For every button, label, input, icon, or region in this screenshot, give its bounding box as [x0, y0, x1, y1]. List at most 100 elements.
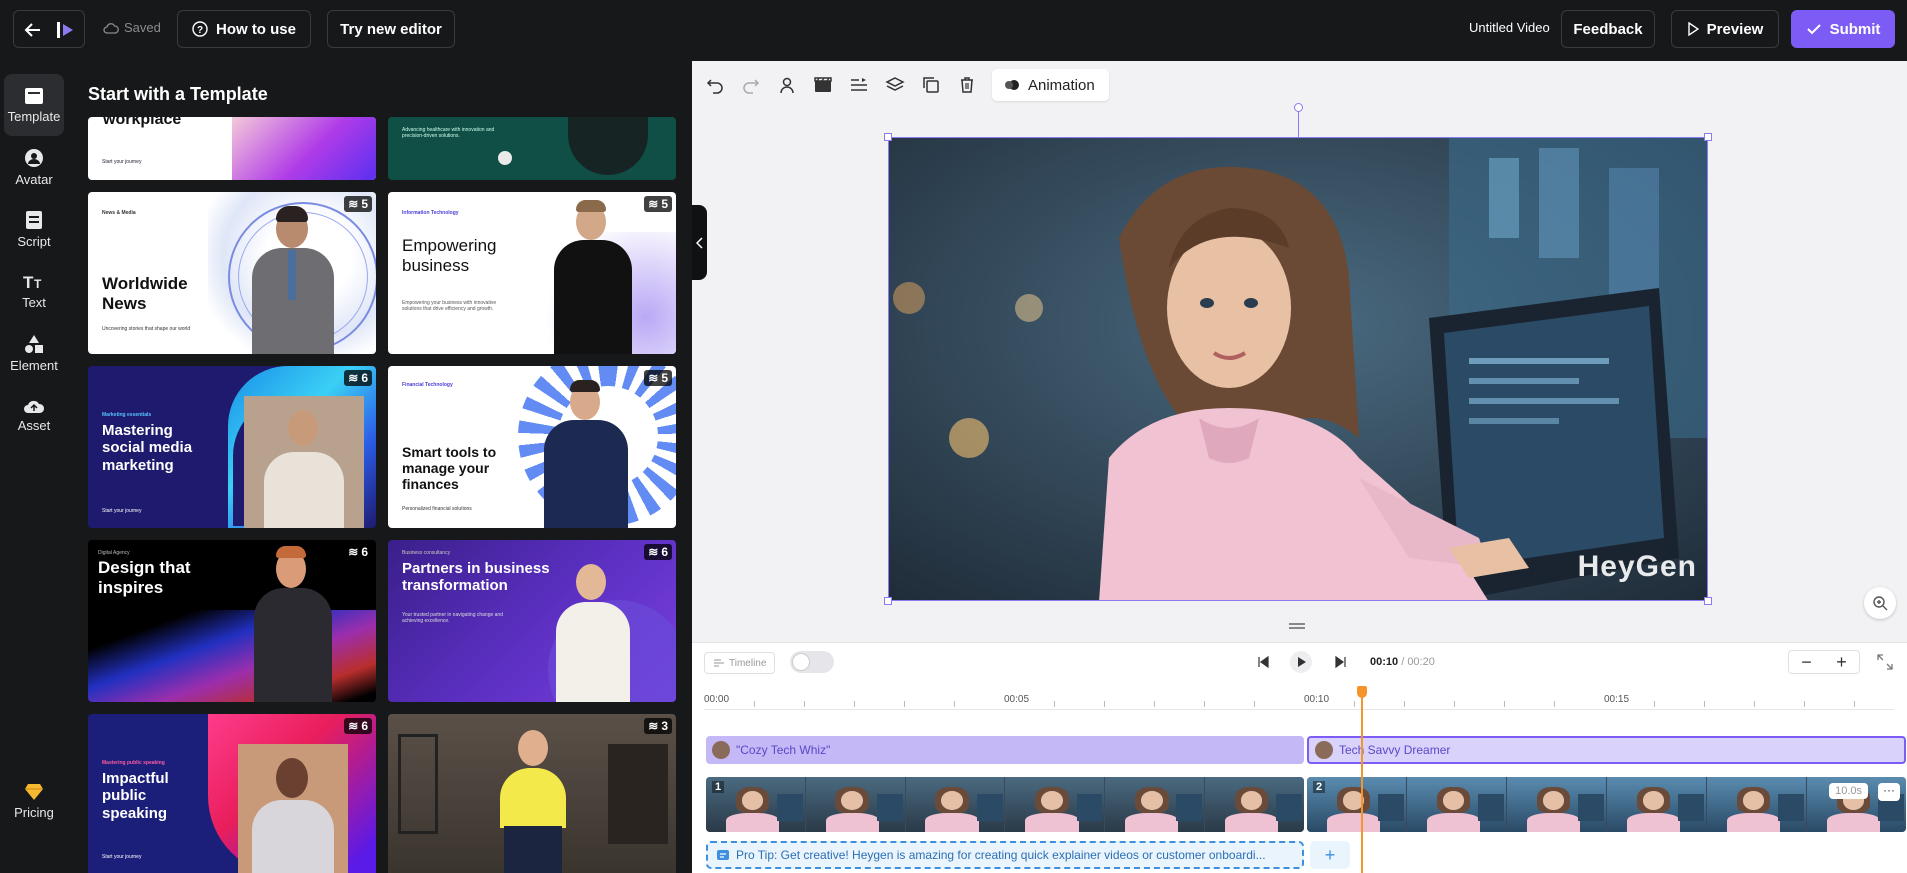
- video-title[interactable]: Untitled Video: [1469, 20, 1550, 35]
- template-card[interactable]: Marketing essentials Mastering social me…: [88, 366, 376, 528]
- thumbnail-frame: [1707, 777, 1806, 832]
- back-button[interactable]: [13, 10, 85, 48]
- card-tag: Digital Agency: [98, 550, 130, 556]
- zoom-out-icon[interactable]: −: [1801, 652, 1812, 673]
- arrow-left-icon: [24, 23, 40, 37]
- feedback-button[interactable]: Feedback: [1561, 10, 1655, 48]
- scene-count: 6: [361, 371, 368, 385]
- zoom-in-plus-icon[interactable]: +: [1836, 652, 1847, 673]
- collapse-panel-button[interactable]: [692, 205, 707, 280]
- layers-icon: ≋: [648, 371, 659, 385]
- scene1-avatar-track[interactable]: "Cozy Tech Whiz": [706, 736, 1304, 764]
- template-card[interactable]: Financial Technology Smart tools to mana…: [388, 366, 676, 528]
- rail-label: Asset: [17, 417, 51, 433]
- play-button[interactable]: [1290, 651, 1312, 673]
- undo-icon[interactable]: [704, 74, 726, 96]
- rail-label: Text: [22, 294, 46, 310]
- tick-mark: [804, 701, 805, 707]
- video-canvas[interactable]: HeyGen: [888, 137, 1708, 601]
- card-title: Empowering business: [402, 236, 497, 275]
- avatar-thumb: [712, 741, 730, 759]
- timeline-toggle-label: Timeline: [704, 652, 776, 674]
- template-card[interactable]: workplace Start your journey: [88, 117, 376, 180]
- tick-label: 00:05: [1004, 694, 1030, 705]
- fit-icon[interactable]: [1876, 653, 1894, 671]
- resize-handle-tr[interactable]: [1704, 133, 1712, 141]
- rail-item-text[interactable]: TT Text: [4, 260, 64, 322]
- tick-mark: [1154, 701, 1155, 707]
- card-title: Impactful public speaking: [102, 770, 169, 822]
- avatar-tool-icon[interactable]: [776, 74, 798, 96]
- card-tag: Marketing essentials: [102, 412, 152, 418]
- saved-label: Saved: [124, 20, 161, 35]
- top-bar: Saved ? How to use Try new editor Untitl…: [0, 0, 1907, 57]
- card-title: Worldwide News: [102, 274, 188, 313]
- skip-back-button[interactable]: [1252, 651, 1274, 673]
- resize-grip[interactable]: [1289, 623, 1305, 629]
- rail-item-asset[interactable]: Asset: [4, 384, 64, 446]
- presenter-image: [538, 378, 634, 528]
- card-title: Smart tools to manage your finances: [402, 444, 497, 493]
- try-new-editor-button[interactable]: Try new editor: [327, 10, 455, 48]
- template-card[interactable]: Advancing healthcare with innovation and…: [388, 117, 676, 180]
- scene2-avatar-track[interactable]: Tech Savvy Dreamer: [1307, 736, 1906, 764]
- tick-mark: [1454, 701, 1455, 707]
- card-subtitle: Start your journey: [102, 854, 142, 860]
- scene-count-badge: ≋ 6: [344, 544, 372, 560]
- scene-number: 1: [712, 781, 725, 793]
- submit-button[interactable]: Submit: [1791, 10, 1895, 48]
- rail-item-pricing[interactable]: Pricing: [4, 770, 64, 832]
- rotate-handle[interactable]: [1294, 103, 1303, 112]
- template-card[interactable]: Mastering public speaking Impactful publ…: [88, 714, 376, 873]
- scene-count: 6: [361, 545, 368, 559]
- card-subtitle: Uncovering stories that shape our world: [102, 326, 191, 332]
- animation-icon: [1005, 80, 1019, 90]
- timeline-toggle[interactable]: [790, 651, 834, 673]
- card-tag: Information Technology: [402, 210, 459, 216]
- duplicate-icon[interactable]: [920, 74, 942, 96]
- rail-item-template[interactable]: Template: [4, 74, 64, 136]
- resize-handle-tl[interactable]: [884, 133, 892, 141]
- tick-mark: [1504, 701, 1505, 707]
- more-options-icon[interactable]: ···: [1878, 783, 1900, 801]
- animation-button[interactable]: Animation: [992, 69, 1109, 101]
- tick-mark: [1654, 701, 1655, 707]
- scene-count: 5: [661, 371, 668, 385]
- template-card[interactable]: Business consultancy Partners in busines…: [388, 540, 676, 702]
- tick-mark: [1554, 701, 1555, 707]
- rail-item-avatar[interactable]: Avatar: [4, 136, 64, 198]
- tick-label: 00:10: [1304, 694, 1330, 705]
- trash-icon[interactable]: [956, 74, 978, 96]
- tick-mark: [1204, 701, 1205, 707]
- layers-tool-icon[interactable]: [884, 74, 906, 96]
- redo-icon[interactable]: [740, 74, 762, 96]
- heygen-watermark: HeyGen: [1577, 550, 1697, 583]
- avatar-thumb: [1315, 741, 1333, 759]
- rail-label: Element: [10, 357, 58, 373]
- card-subtitle: Personalized financial solutions: [402, 506, 472, 512]
- tick-mark: [904, 701, 905, 707]
- template-card[interactable]: News & Media Worldwide News Uncovering s…: [88, 192, 376, 354]
- rail-label: Pricing: [14, 804, 54, 820]
- resize-handle-bl[interactable]: [884, 597, 892, 605]
- clapper-icon[interactable]: [812, 74, 834, 96]
- total-time: / 00:20: [1401, 656, 1435, 668]
- how-to-use-button[interactable]: ? How to use: [177, 10, 311, 48]
- left-rail: Template Avatar Script TT Text Element A…: [0, 57, 72, 873]
- resize-handle-br[interactable]: [1704, 597, 1712, 605]
- template-card[interactable]: Information Technology Empowering busine…: [388, 192, 676, 354]
- preview-button[interactable]: Preview: [1671, 10, 1779, 48]
- template-card[interactable]: Digital Agency Design that inspires ≋ 6: [88, 540, 376, 702]
- skip-forward-button[interactable]: [1330, 651, 1352, 673]
- layers-icon: ≋: [348, 197, 359, 211]
- add-track-button[interactable]: +: [1310, 841, 1350, 869]
- template-card[interactable]: ≋ 3: [388, 714, 676, 873]
- rail-item-script[interactable]: Script: [4, 198, 64, 260]
- scene2-thumbnails[interactable]: 2 10.0s ···: [1307, 777, 1906, 832]
- pro-tip-track[interactable]: Pro Tip: Get creative! Heygen is amazing…: [706, 841, 1304, 869]
- align-icon[interactable]: [848, 74, 870, 96]
- scene1-thumbnails[interactable]: 1: [706, 777, 1304, 832]
- rail-item-element[interactable]: Element: [4, 322, 64, 384]
- tick-mark: [1804, 701, 1805, 707]
- zoom-button[interactable]: [1864, 587, 1896, 619]
